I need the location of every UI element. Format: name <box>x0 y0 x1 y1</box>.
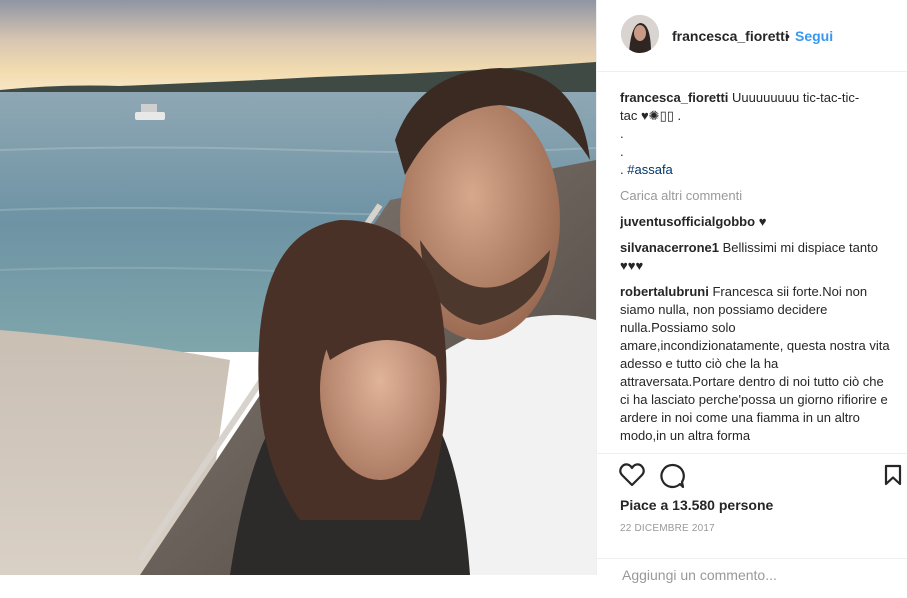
post-header: francesca_fioretti • Segui <box>597 0 907 72</box>
comment-username[interactable]: juventusofficialgobbo <box>620 214 755 229</box>
comments-list[interactable]: francesca_fioretti Uuuuuuuuu tic-tac-tic… <box>620 89 892 453</box>
caption-line1: Uuuuuuuuu tic-tac-tic- <box>732 90 860 105</box>
comment-item: robertalubruni Francesca sii forte.Noi n… <box>620 283 892 445</box>
load-more-comments[interactable]: Carica altri commenti <box>620 187 892 205</box>
caption-dot: . <box>620 126 624 141</box>
avatar-image <box>621 15 659 53</box>
follow-button[interactable]: Segui <box>795 28 833 44</box>
selfie-image <box>0 0 596 575</box>
header-username[interactable]: francesca_fioretti <box>672 28 789 44</box>
add-comment-bar <box>597 558 907 598</box>
comment-username[interactable]: silvanacerrone1 <box>620 240 719 255</box>
caption-dot: . <box>620 162 624 177</box>
hashtag-link[interactable]: #assafa <box>627 162 673 177</box>
comment-icon[interactable] <box>659 463 685 489</box>
comment-item: silvanacerrone1 Bellissimi mi dispiace t… <box>620 239 892 275</box>
post-photo[interactable] <box>0 0 596 575</box>
comment-text: Francesca sii forte.Noi non siamo nulla,… <box>620 284 890 443</box>
caption-username[interactable]: francesca_fioretti <box>620 90 728 105</box>
post-side-panel: francesca_fioretti • Segui francesca_fio… <box>596 0 907 585</box>
header-separator: • <box>785 28 790 44</box>
comment-text: ♥ <box>758 214 767 229</box>
avatar[interactable] <box>621 15 659 53</box>
caption-dot: . <box>620 144 624 159</box>
add-comment-input[interactable] <box>620 565 874 585</box>
caption-line2: tac ♥✺▯▯ . <box>620 108 682 123</box>
bookmark-icon[interactable] <box>884 464 902 486</box>
caption: francesca_fioretti Uuuuuuuuu tic-tac-tic… <box>620 89 892 179</box>
likes-count[interactable]: Piace a 13.580 persone <box>620 497 773 513</box>
post-actions: Piace a 13.580 persone 22 DICEMBRE 2017 <box>597 453 907 585</box>
comment-username[interactable]: robertalubruni <box>620 284 709 299</box>
heart-icon[interactable] <box>619 463 645 487</box>
comment-item: juventusofficialgobbo ♥ <box>620 213 892 231</box>
post-date: 22 DICEMBRE 2017 <box>620 523 715 534</box>
